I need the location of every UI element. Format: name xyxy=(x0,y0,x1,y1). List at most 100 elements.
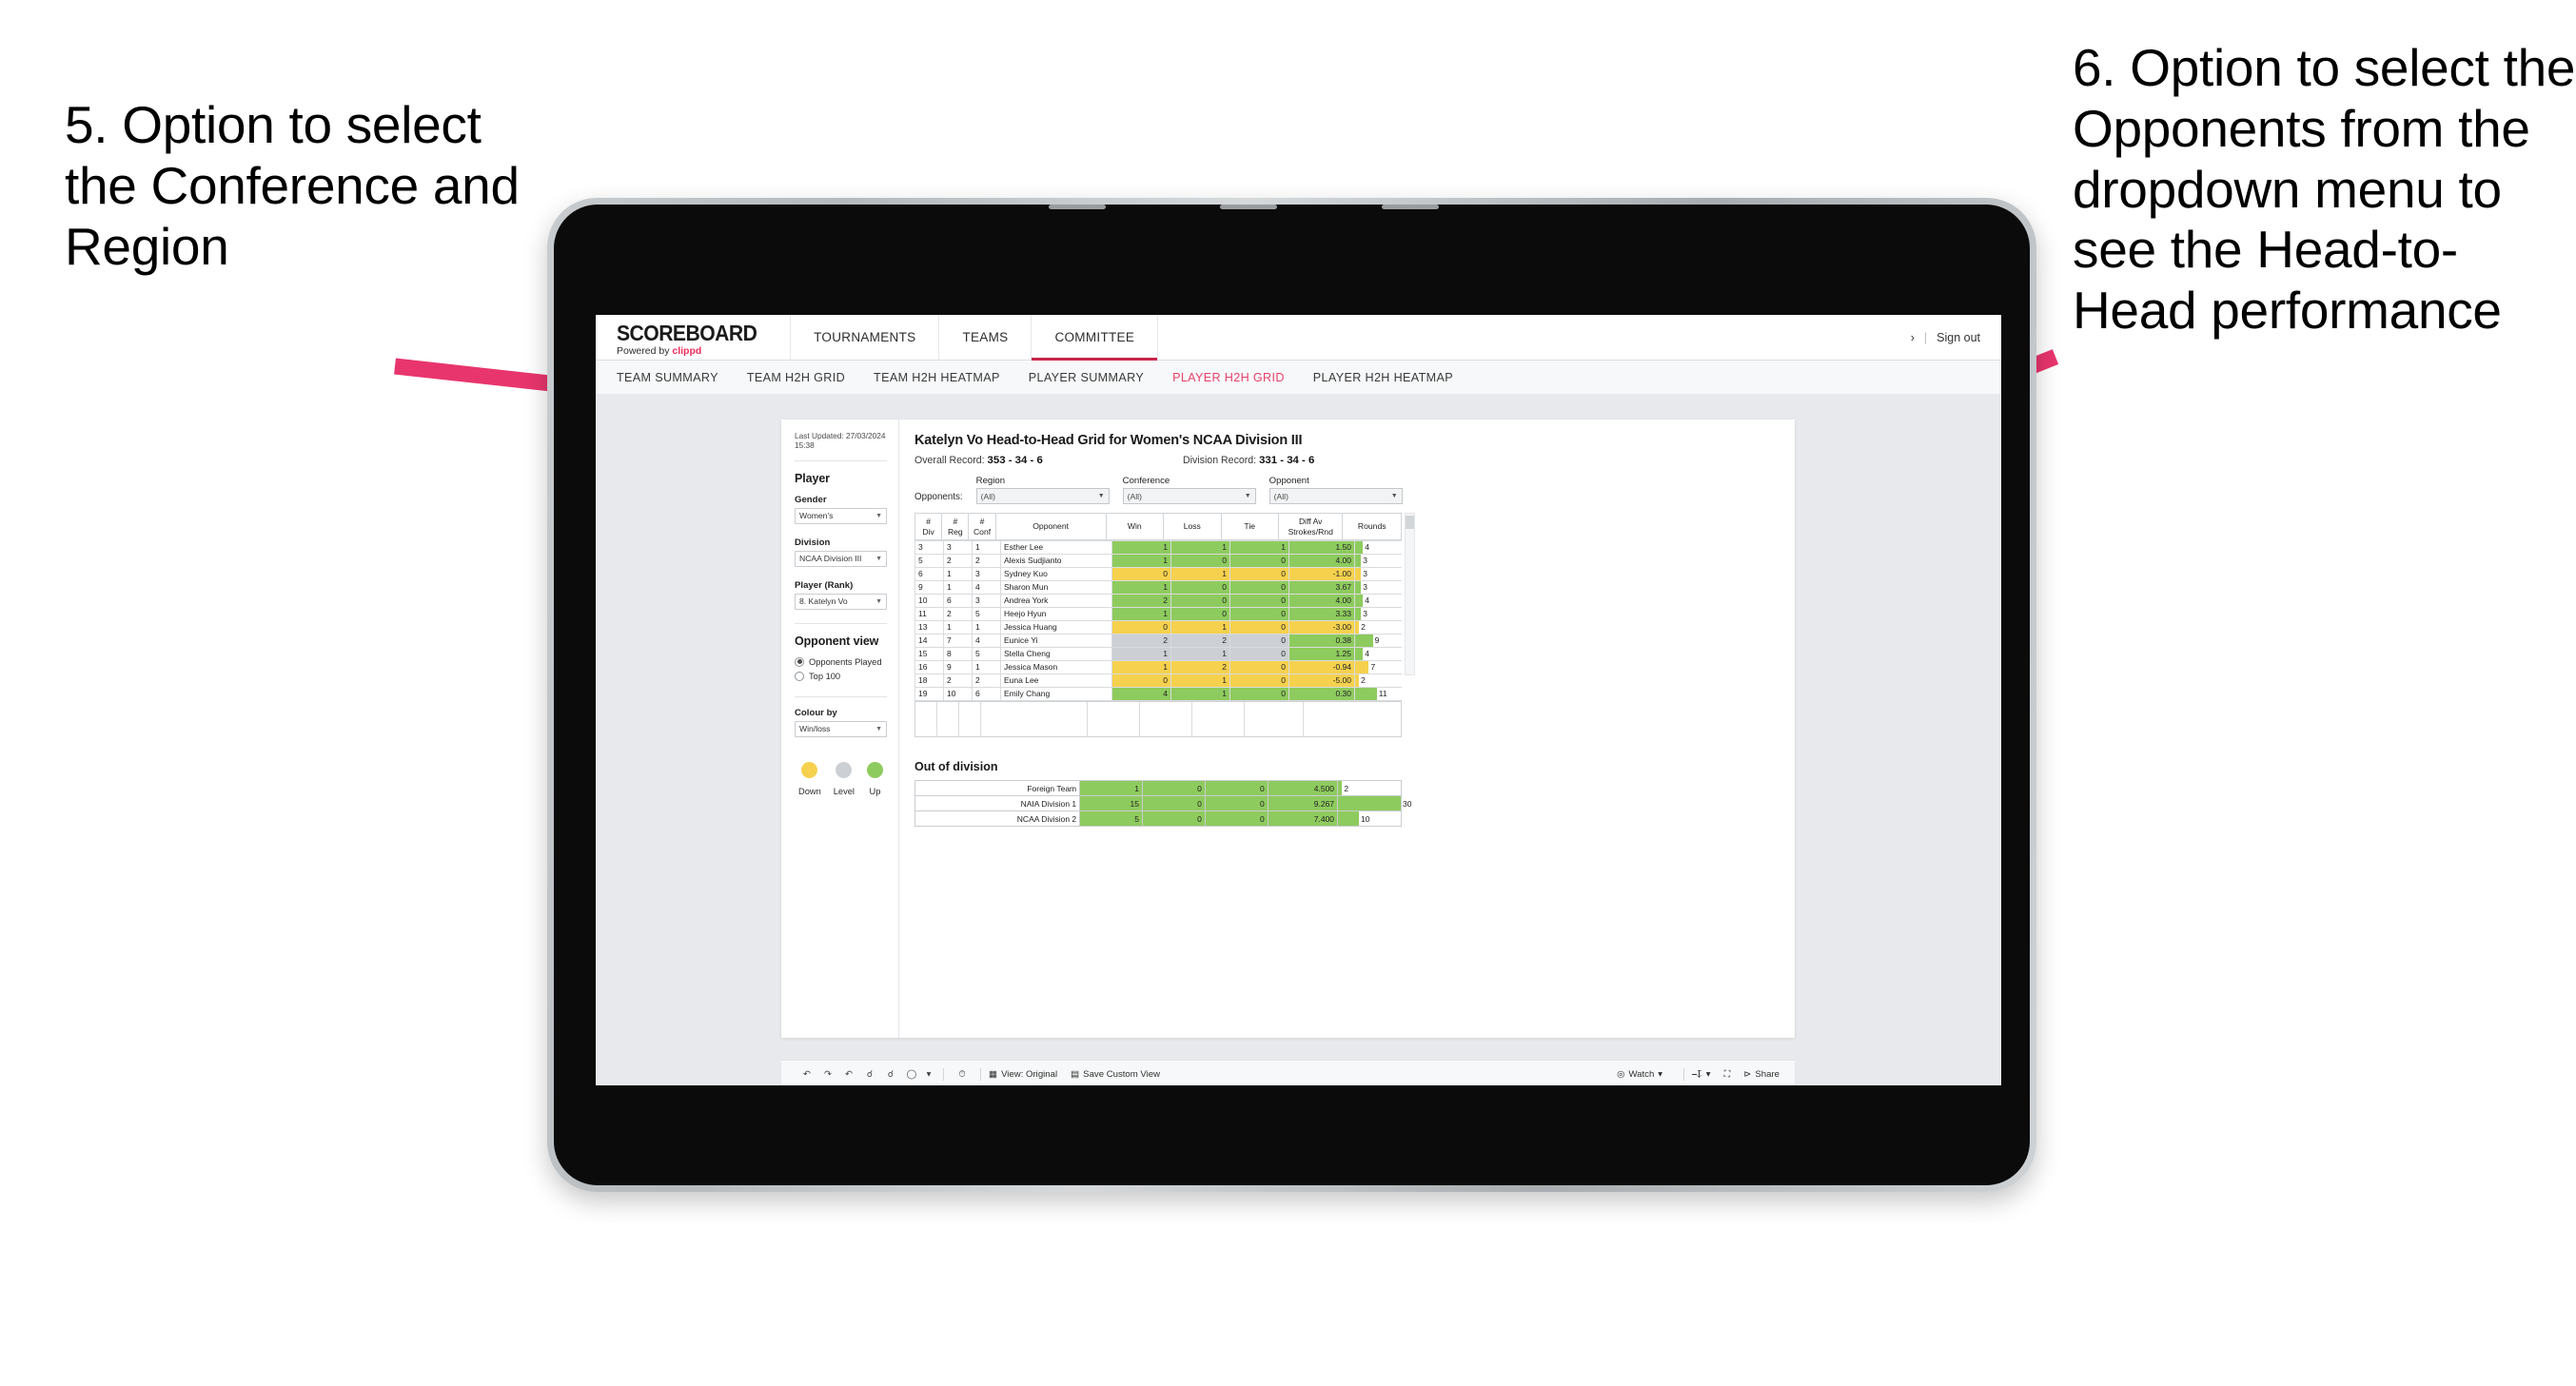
cell-ood-rounds: 30 xyxy=(1337,795,1411,812)
cell-ood-tie: 0 xyxy=(1204,795,1268,812)
cell-win: 1 xyxy=(1111,607,1171,622)
table-row[interactable]: 5 2 2 Alexis Sudjianto 1 0 0 4.00 3 xyxy=(914,554,1402,569)
table-row[interactable]: 20117Federica Domecq Lacroze2101.33 6 xyxy=(914,700,1402,702)
player-rank-select[interactable]: 8. Katelyn Vo ▼ xyxy=(795,593,887,610)
view-original-label: View: Original xyxy=(1001,1069,1058,1080)
rounds-value: 3 xyxy=(1363,582,1367,593)
out-of-division-row[interactable]: Foreign Team 1 0 0 4.500 2 xyxy=(914,780,1402,797)
divider-2 xyxy=(795,622,887,624)
subnav-team-h2h-grid[interactable]: TEAM H2H GRID xyxy=(747,371,845,384)
table-row[interactable]: 10 6 3 Andrea York 2 0 0 4.00 4 xyxy=(914,594,1402,609)
rounds-value: 2 xyxy=(1361,675,1366,686)
header-right: › | Sign out xyxy=(1911,315,2001,360)
table-scrollbar[interactable] xyxy=(1405,513,1415,675)
cell-opponent: Stella Cheng xyxy=(1000,647,1112,662)
user-chevron-icon[interactable]: › xyxy=(1911,331,1915,344)
table-row[interactable]: 9 1 4 Sharon Mun 1 0 0 3.67 3 xyxy=(914,580,1402,595)
region-select[interactable]: (All) ▼ xyxy=(975,488,1110,504)
cell-loss: 1 xyxy=(1170,700,1230,702)
cell-conf: 5 xyxy=(972,607,1001,622)
table-row[interactable]: 18 2 2 Euna Lee 0 1 0 -5.00 2 xyxy=(914,673,1402,689)
cell-diff: -1.00 xyxy=(1288,567,1355,582)
out-of-division-row[interactable]: NCAA Division 2 5 0 0 7.400 10 xyxy=(914,810,1402,828)
rounds-value: 3 xyxy=(1363,569,1367,579)
cell-ood-tie: 0 xyxy=(1204,780,1268,797)
cell-win: 1 xyxy=(1111,554,1171,569)
antenna-line-2 xyxy=(1220,205,1277,209)
cell-loss: 0 xyxy=(1170,607,1230,622)
sign-out-button[interactable]: Sign out xyxy=(1937,331,1980,344)
legend-dot-up-icon xyxy=(866,761,883,778)
cell-loss: 2 xyxy=(1170,660,1230,675)
cell-reg: 7 xyxy=(943,634,973,649)
page-title: Katelyn Vo Head-to-Head Grid for Women's… xyxy=(914,433,1303,448)
colour-by-select[interactable]: Win/loss ▼ xyxy=(795,720,887,737)
brand-logo[interactable]: SCOREBOARD Powered by clippd xyxy=(596,315,792,360)
gender-select[interactable]: Women's ▼ xyxy=(795,507,887,524)
cell-diff: 4.00 xyxy=(1288,554,1355,569)
cell-loss: 1 xyxy=(1170,673,1230,689)
pause-icon[interactable]: ☌ xyxy=(880,1069,901,1080)
fullscreen-button[interactable]: ⛶ xyxy=(1724,1069,1731,1080)
cell-div: 19 xyxy=(914,687,944,702)
refresh-icon[interactable]: ☌ xyxy=(859,1069,880,1080)
chevron-down-icon[interactable]: ▾ xyxy=(922,1069,935,1080)
cell-diff: 3.67 xyxy=(1288,580,1355,595)
save-custom-view-button[interactable]: ▤ Save Custom View xyxy=(1071,1069,1160,1080)
scrollbar-thumb[interactable] xyxy=(1406,516,1414,529)
subnav-player-summary[interactable]: PLAYER SUMMARY xyxy=(1029,371,1144,384)
fullscreen-icon: ⛶ xyxy=(1723,1069,1731,1080)
filter-sidebar: Last Updated: 27/03/2024 15:38 Player Ge… xyxy=(781,420,899,1038)
cell-win: 2 xyxy=(1111,594,1171,609)
table-row[interactable]: 15 8 5 Stella Cheng 1 1 0 1.25 4 xyxy=(914,647,1402,662)
subnav-team-h2h-heatmap[interactable]: TEAM H2H HEATMAP xyxy=(874,371,1000,384)
cell-diff: 0.30 xyxy=(1288,687,1355,702)
cell-diff: 3.33 xyxy=(1288,607,1355,622)
topnav-teams[interactable]: TEAMS xyxy=(939,315,1032,360)
rounds-value: 2 xyxy=(1361,622,1366,633)
division-record: Division Record: 331 - 34 - 6 xyxy=(1183,455,1314,466)
conference-select[interactable]: (All) ▼ xyxy=(1122,488,1256,504)
h2h-table-scroll[interactable]: 3 3 1 Esther Lee 1 1 1 1.50 4 5 2 2 Alexis Sudjianto… xyxy=(914,540,1402,703)
table-row[interactable]: 13 1 1 Jessica Huang 0 1 0 -3.00 2 xyxy=(914,620,1402,635)
subnav-team-summary[interactable]: TEAM SUMMARY xyxy=(617,371,718,384)
table-row[interactable]: 16 9 1 Jessica Mason 1 2 0 -0.94 7 xyxy=(914,660,1402,675)
table-row[interactable]: 19 10 6 Emily Chang 4 1 0 0.30 11 xyxy=(914,687,1402,702)
download-button[interactable]: ⎯↧ ▾ xyxy=(1692,1069,1711,1080)
region-label: Region xyxy=(975,476,1006,486)
cell-reg: 2 xyxy=(943,554,973,569)
cell-rounds: 4 xyxy=(1354,647,1402,662)
highlight-icon[interactable]: ◯ xyxy=(901,1069,922,1080)
table-row[interactable]: 14 7 4 Eunice Yi 2 2 0 0.38 9 xyxy=(914,634,1402,649)
view-original-button[interactable]: ▦ View: Original xyxy=(989,1069,1057,1080)
revert-icon[interactable]: ↶ xyxy=(838,1069,859,1080)
radio-opponents-played[interactable]: Opponents Played xyxy=(795,656,887,667)
cell-div: 6 xyxy=(914,567,944,582)
cell-loss: 0 xyxy=(1170,594,1230,609)
redo-icon[interactable]: ↷ xyxy=(817,1069,838,1080)
cell-loss: 0 xyxy=(1170,580,1230,595)
table-row[interactable]: 3 3 1 Esther Lee 1 1 1 1.50 4 xyxy=(914,540,1402,556)
topnav-tournaments[interactable]: TOURNAMENTS xyxy=(791,315,940,360)
h2h-table-wrap: # Div # Reg # Conf Opponent Win Loss Tie Di… xyxy=(914,512,1415,738)
opponent-select[interactable]: (All) ▼ xyxy=(1268,488,1403,504)
subnav-player-h2h-grid[interactable]: PLAYER H2H GRID xyxy=(1172,371,1285,384)
undo-icon[interactable]: ↶ xyxy=(796,1069,817,1080)
alert-icon[interactable]: ⏱ xyxy=(952,1069,973,1080)
table-row[interactable]: 6 1 3 Sydney Kuo 0 1 0 -1.00 3 xyxy=(914,567,1402,582)
rounds-value: 10 xyxy=(1361,813,1370,824)
subnav-player-h2h-heatmap[interactable]: PLAYER H2H HEATMAP xyxy=(1313,371,1453,384)
cell-reg: 11 xyxy=(943,700,973,702)
watch-button[interactable]: ◎ Watch ▾ xyxy=(1617,1069,1662,1080)
conference-label: Conference xyxy=(1122,476,1170,486)
table-row[interactable]: 11 2 5 Heejo Hyun 1 0 0 3.33 3 xyxy=(914,607,1402,622)
divider-1 xyxy=(795,459,887,461)
cell-win: 1 xyxy=(1111,660,1171,675)
radio-top-100[interactable]: Top 100 xyxy=(795,671,887,681)
share-button[interactable]: ⊳ Share xyxy=(1743,1069,1780,1080)
division-select[interactable]: NCAA Division III ▼ xyxy=(795,550,887,567)
cell-loss: 1 xyxy=(1170,540,1230,556)
out-of-division-row[interactable]: NAIA Division 1 15 0 0 9.267 30 xyxy=(914,795,1411,812)
topnav-committee[interactable]: COMMITTEE xyxy=(1032,315,1159,361)
cell-conf: 3 xyxy=(972,594,1001,609)
